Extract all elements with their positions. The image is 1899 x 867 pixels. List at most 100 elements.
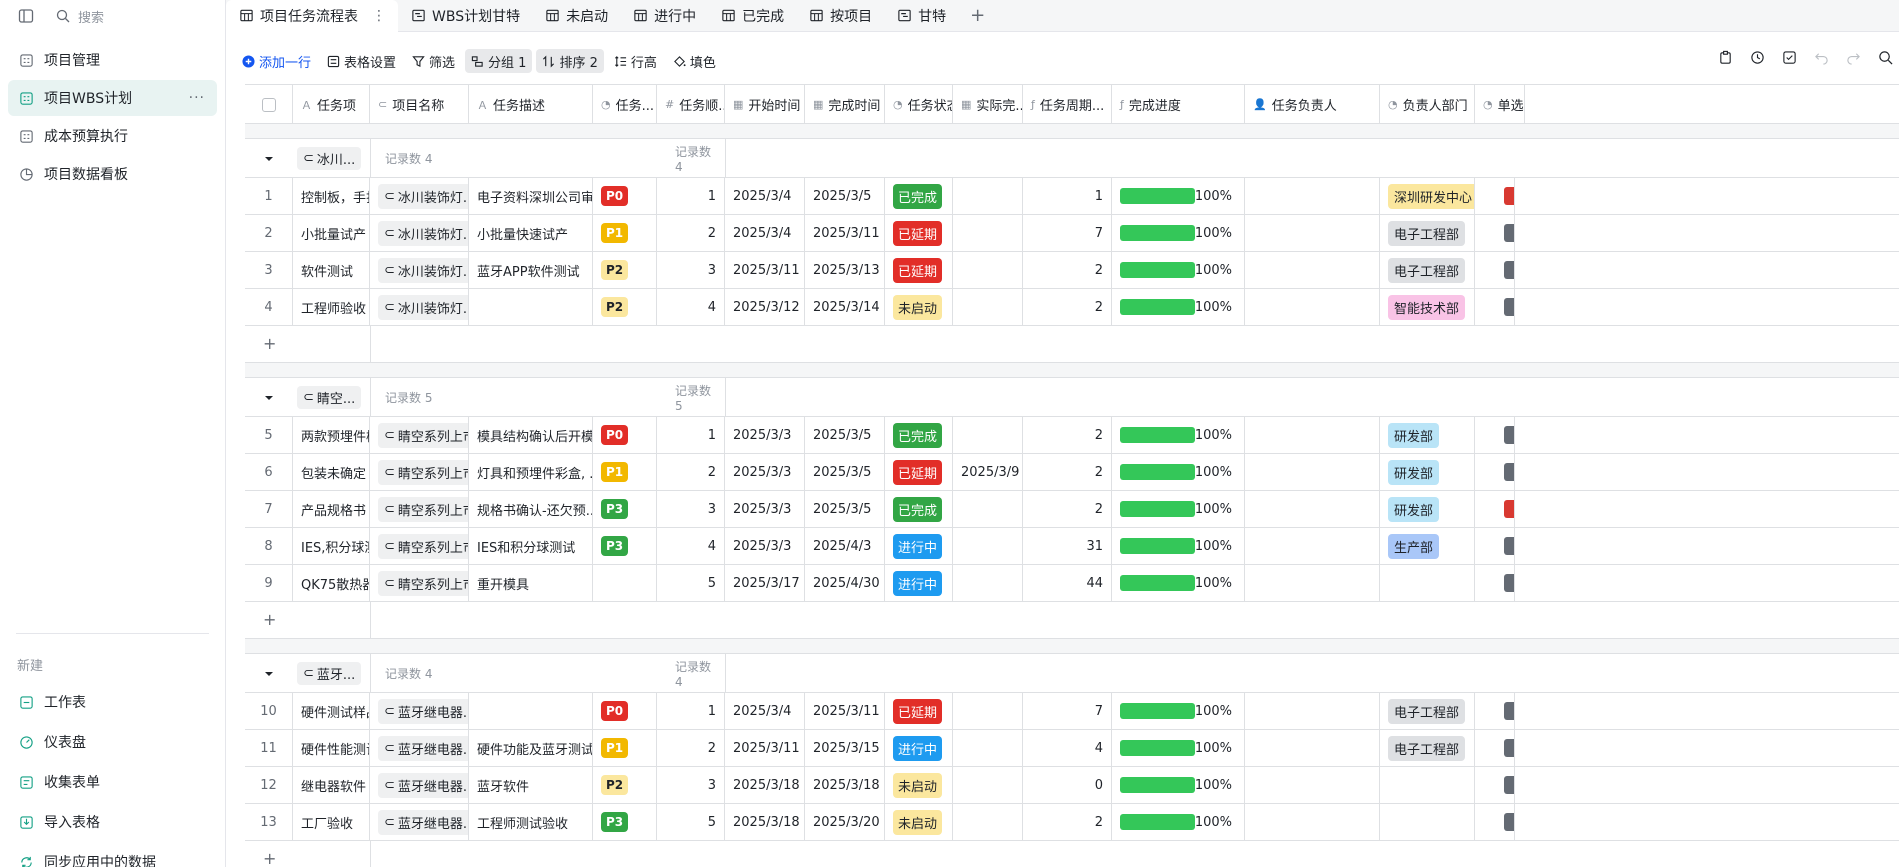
history-icon[interactable] <box>1749 49 1765 65</box>
project-link-tag[interactable]: ⊂ 睛空系列上市 <box>378 422 468 448</box>
owner-cell[interactable] <box>1245 417 1380 453</box>
end-date-cell[interactable]: 2025/3/5 <box>805 454 885 490</box>
task-cell[interactable]: 软件测试 <box>293 252 370 288</box>
desc-cell[interactable] <box>469 289 593 325</box>
project-link-tag[interactable]: ⊂ 冰川装饰灯... <box>378 294 468 320</box>
table-row[interactable]: 2 小批量试产 ⊂ 冰川装饰灯... 小批量快速试产 P1 2 2025/3/4 2025/3/… <box>245 215 1899 252</box>
row-height-button[interactable]: 行高 <box>608 49 663 73</box>
owner-cell[interactable] <box>1245 215 1380 251</box>
project-link-tag[interactable]: ⊂ 冰川装饰灯... <box>378 257 468 283</box>
select-all-checkbox[interactable] <box>261 97 276 112</box>
desc-cell[interactable]: 电子资料深圳公司审... <box>469 178 593 214</box>
desc-cell[interactable] <box>469 693 593 729</box>
project-cell[interactable]: ⊂ 睛空系列上市 <box>370 491 469 527</box>
start-date-cell[interactable]: 2025/3/4 <box>725 693 805 729</box>
start-date-cell[interactable]: 2025/3/3 <box>725 417 805 453</box>
owner-cell[interactable] <box>1245 565 1380 601</box>
project-link-tag[interactable]: ⊂ 冰川装饰灯... <box>378 183 468 209</box>
new-item-2[interactable]: 仪表盘 <box>8 724 217 760</box>
owner-cell[interactable] <box>1245 491 1380 527</box>
add-view-icon[interactable]: + <box>958 5 997 26</box>
start-date-cell[interactable]: 2025/3/4 <box>725 178 805 214</box>
new-item-4[interactable]: 导入表格 <box>8 804 217 840</box>
start-date-cell[interactable]: 2025/3/11 <box>725 252 805 288</box>
group-toggle[interactable] <box>245 654 293 693</box>
end-date-cell[interactable]: 2025/3/11 <box>805 215 885 251</box>
actual-date-cell[interactable] <box>953 289 1023 325</box>
table-row[interactable]: 10 硬件测试样品10个 ⊂蓝牙继电器... P0 1 2025/3/4 2025/3/11… <box>245 693 1899 730</box>
desc-cell[interactable]: 规格书确认-还欠预... <box>469 491 593 527</box>
group-header[interactable]: ⊂ 冰川... 记录数 4 记录数 4 <box>245 138 1899 178</box>
single-select-cell[interactable] <box>1475 565 1515 601</box>
status-cell[interactable]: 已完成 <box>885 491 953 527</box>
more-options-icon[interactable]: ··· <box>189 90 205 106</box>
status-cell[interactable]: 已完成 <box>885 178 953 214</box>
column-header-2[interactable]: ⊂ 项目名称 <box>370 85 469 124</box>
owner-cell[interactable] <box>1245 289 1380 325</box>
priority-cell[interactable]: P0 <box>593 178 657 214</box>
department-cell[interactable]: 研发部 <box>1380 491 1475 527</box>
filter-button[interactable]: 筛选 <box>406 49 461 73</box>
project-cell[interactable]: ⊂ 冰川装饰灯... <box>370 215 469 251</box>
project-cell[interactable]: ⊂ 睛空系列上市 <box>370 528 469 564</box>
project-cell[interactable]: ⊂ 冰川装饰灯... <box>370 252 469 288</box>
tab-7[interactable]: 甘特 <box>884 0 958 32</box>
department-cell[interactable]: 电子工程部 <box>1380 215 1475 251</box>
end-date-cell[interactable]: 2025/3/5 <box>805 417 885 453</box>
task-cell[interactable]: 控制板，手扫感应板... <box>293 178 370 214</box>
end-date-cell[interactable]: 2025/3/13 <box>805 252 885 288</box>
actual-date-cell[interactable] <box>953 767 1023 803</box>
start-date-cell[interactable]: 2025/3/4 <box>725 215 805 251</box>
redo-icon[interactable] <box>1845 49 1861 65</box>
department-cell[interactable]: 研发部 <box>1380 454 1475 490</box>
new-item-1[interactable]: 工作表 <box>8 684 217 720</box>
undo-icon[interactable] <box>1813 49 1829 65</box>
desc-cell[interactable]: 硬件功能及蓝牙测试 <box>469 730 593 766</box>
status-cell[interactable]: 未启动 <box>885 767 953 803</box>
desc-cell[interactable]: 小批量快速试产 <box>469 215 593 251</box>
project-link-tag[interactable]: ⊂ 睛空系列上市 <box>378 570 468 596</box>
project-link-tag[interactable]: ⊂ 睛空系列上市 <box>378 496 468 522</box>
actual-date-cell[interactable] <box>953 417 1023 453</box>
column-header-4[interactable]: ◔ 任务... <box>593 85 657 124</box>
sort-button[interactable]: 排序 2 <box>536 49 604 73</box>
owner-cell[interactable] <box>1245 528 1380 564</box>
project-cell[interactable]: ⊂ 蓝牙继电器... <box>370 730 469 766</box>
end-date-cell[interactable]: 2025/3/18 <box>805 767 885 803</box>
tab-2[interactable]: WBS计划甘特 <box>398 0 532 32</box>
status-cell[interactable]: 已延期 <box>885 215 953 251</box>
sidebar-item-4[interactable]: 项目数据看板 <box>8 156 217 192</box>
task-cell[interactable]: 产品规格书 <box>293 491 370 527</box>
department-cell[interactable]: 研发部 <box>1380 417 1475 453</box>
check-sheet-icon[interactable] <box>1781 49 1797 65</box>
desc-cell[interactable]: 灯具和预埋件彩盒, ... <box>469 454 593 490</box>
start-date-cell[interactable]: 2025/3/17 <box>725 565 805 601</box>
table-row[interactable]: 13 工厂验收 ⊂ 蓝牙继电器... 工程师测试验收 P3 5 2025/3/18 2025/3… <box>245 804 1899 841</box>
priority-cell[interactable]: P3 <box>593 804 657 840</box>
project-link-tag[interactable]: ⊂ 蓝牙继电器... <box>378 698 468 724</box>
actual-date-cell[interactable] <box>953 804 1023 840</box>
end-date-cell[interactable]: 2025/3/11 <box>805 693 885 729</box>
column-header-12[interactable]: 👤 任务负责人 <box>1245 85 1380 124</box>
owner-cell[interactable] <box>1245 252 1380 288</box>
task-cell[interactable]: 硬件性能测试 <box>293 730 370 766</box>
group-header[interactable]: ⊂ 睛空... 记录数 5 记录数 5 <box>245 377 1899 417</box>
add-record-row[interactable]: + <box>245 602 1899 639</box>
status-cell[interactable]: 已延期 <box>885 454 953 490</box>
column-header-13[interactable]: ◔ 负责人部门 <box>1380 85 1475 124</box>
actual-date-cell[interactable] <box>953 693 1023 729</box>
start-date-cell[interactable]: 2025/3/3 <box>725 528 805 564</box>
start-date-cell[interactable]: 2025/3/12 <box>725 289 805 325</box>
status-cell[interactable]: 进行中 <box>885 528 953 564</box>
column-header-3[interactable]: Ａ 任务描述 <box>469 85 593 124</box>
search-input[interactable]: 搜索 <box>56 7 104 26</box>
sidebar-item-2[interactable]: 项目WBS计划 ··· <box>8 80 217 116</box>
table-row[interactable]: 9 QK75散热器加重 ⊂睛空系列上市重开模具 5 2025/3/17 2025/4/30… <box>245 565 1899 602</box>
department-cell[interactable] <box>1380 565 1475 601</box>
end-date-cell[interactable]: 2025/4/30 <box>805 565 885 601</box>
single-select-cell[interactable] <box>1475 767 1515 803</box>
table-row[interactable]: 11 硬件性能测试 ⊂蓝牙继电器... 硬件功能及蓝牙测试 P1 2 2025/3/11 20… <box>245 730 1899 767</box>
project-cell[interactable]: ⊂ 冰川装饰灯... <box>370 178 469 214</box>
project-cell[interactable]: ⊂ 睛空系列上市 <box>370 565 469 601</box>
desc-cell[interactable]: 重开模具 <box>469 565 593 601</box>
